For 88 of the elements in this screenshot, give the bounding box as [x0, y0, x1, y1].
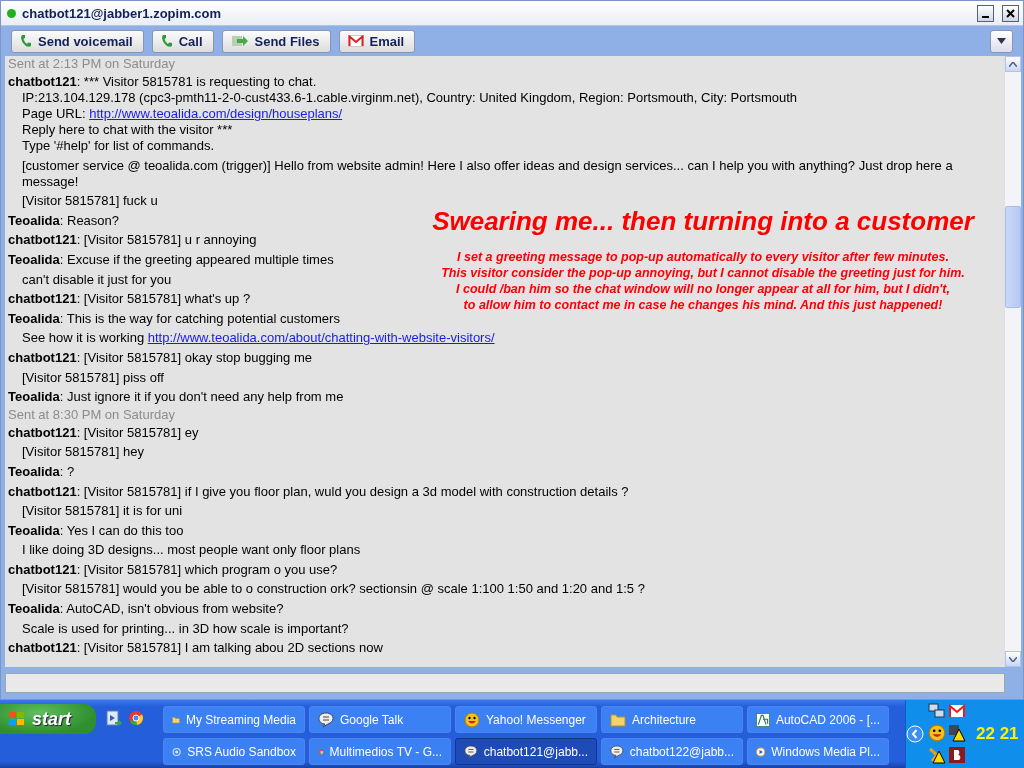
- close-icon: [1006, 8, 1015, 18]
- chat-message: [Visitor 5815781] would you be able to o construction ork? sectionsin @ scale 1:100 1:50 and 1:20 and 1:5 ?: [21, 581, 645, 598]
- chat-message: chatbot121: [Visitor 5815781] u r annoying: [8, 232, 257, 249]
- phone-icon: [20, 34, 32, 48]
- chat-message: chatbot121: [Visitor 5815781] okay stop bugging me: [8, 349, 312, 366]
- annotation-text: I set a greeting message to pop-up automatically to every visitor after few minutes.: [457, 249, 949, 265]
- chat-message: Teoalida: Yes I can do this too: [8, 522, 184, 539]
- taskbar-button[interactable]: chatbot121@jabb...: [455, 738, 597, 765]
- network-icon[interactable]: [928, 702, 946, 720]
- chat-message: See how it is working http://www.teoalida.com/about/chatting-with-website-visitors/: [21, 330, 495, 347]
- chat-message: I like doing 3D designs... most people want only floor plans: [21, 542, 361, 559]
- smiley-icon: [464, 711, 480, 728]
- chat-message: chatbot121: [Visitor 5815781] what's up ?: [8, 291, 251, 308]
- chat-message: Teoalida: Reason?: [8, 212, 120, 229]
- chat-message: chatbot121: [Visitor 5815781] if I give you floor plan, wuld you design a 3d model with construction details ?: [8, 483, 629, 500]
- bold-icon[interactable]: [948, 746, 966, 764]
- speech-bubble-icon: [318, 711, 334, 728]
- file-arrow-icon: [230, 34, 249, 48]
- chat-message: [Visitor 5815781] fuck u: [21, 193, 158, 210]
- browser-icon[interactable]: [128, 710, 144, 726]
- folder-icon: [610, 712, 626, 727]
- chat-message: Scale is used for printing... in 3D how scale is important?: [21, 620, 349, 637]
- timestamp: Sent at 8:30 PM on Saturday: [8, 406, 175, 423]
- chat-message: IP:213.104.129.178 (cpc3-pmth11-2-0-cust433.6-1.cable.virginm.net), Country: United Kingdom, Region: Portsmouth, City: Portsmouth: [21, 90, 798, 106]
- taskbar-button[interactable]: Multimedios TV - G...: [309, 738, 451, 765]
- warning-icon[interactable]: [948, 724, 966, 742]
- chat-message: [Visitor 5815781] piss off: [21, 369, 164, 386]
- chat-message: [Visitor 5815781] it is for uni: [21, 503, 183, 520]
- close-button[interactable]: [1002, 4, 1019, 22]
- chevron-up-icon: [1009, 61, 1017, 67]
- chat-message: chatbot121: [Visitor 5815781] I am talking abou 2D sections now: [8, 640, 383, 657]
- minimize-button[interactable]: [977, 4, 994, 22]
- chat-message: chatbot121: [Visitor 5815781] ey: [8, 424, 199, 441]
- toolbar-button[interactable]: Send voicemail: [11, 29, 144, 53]
- mail-icon[interactable]: [948, 702, 966, 720]
- annotation-text: This visitor consider the pop-up annoying, but I cannot disable the greeting just for him.: [441, 265, 965, 281]
- chat-message: Teoalida: ?: [8, 463, 75, 480]
- taskbar-button[interactable]: chatbot122@jabb...: [601, 738, 743, 765]
- caret-icon: [997, 38, 1006, 44]
- window-title: chatbot121@jabber1.zopim.com: [22, 5, 223, 21]
- scroll-down-button[interactable]: [1005, 651, 1021, 667]
- scroll-up-button[interactable]: [1005, 56, 1021, 72]
- chevron-down-icon: [1009, 656, 1017, 662]
- message-input[interactable]: [5, 673, 1005, 693]
- chat-message: Type '#help' for list of commands.: [21, 138, 215, 154]
- dropdown-button[interactable]: [990, 29, 1013, 53]
- toolbar-button[interactable]: Call: [151, 29, 214, 53]
- toolbar-button[interactable]: Send Files: [221, 29, 331, 53]
- chat-message: Teoalida: AutoCAD, isn't obvious from website?: [8, 601, 284, 618]
- clock: 22 21: [976, 724, 1019, 744]
- timestamp: Sent at 2:13 PM on Saturday: [8, 56, 175, 72]
- annotation-title: Swearing me... then turning into a customer: [432, 206, 974, 237]
- mail-icon: [347, 35, 364, 47]
- taskbar-button[interactable]: Windows Media Pl...: [747, 738, 889, 765]
- chat-message: Teoalida: Just ignore it if you don't need any help from me: [8, 389, 344, 406]
- taskbar-button[interactable]: AutoCAD 2006 - [...: [747, 706, 889, 733]
- status-dot-icon: [7, 8, 16, 18]
- chat-message: Page URL: http://www.teoalida.com/design/houseplans/: [21, 106, 343, 122]
- taskbar-button[interactable]: SRS Audio Sandbox: [163, 738, 305, 765]
- chat-message: Reply here to chat with the visitor ***: [21, 122, 233, 138]
- scrollbar[interactable]: [1004, 56, 1021, 667]
- taskbar-button[interactable]: Architecture: [601, 706, 743, 733]
- smiley-icon[interactable]: [928, 724, 946, 742]
- warning-icon[interactable]: [928, 746, 946, 764]
- taskbar-button[interactable]: Google Talk: [309, 706, 451, 733]
- minimize-icon: [982, 16, 989, 18]
- annotation-text: to allow him to contact me in case he changes his mind. And this just happened!: [463, 297, 943, 313]
- scroll-thumb[interactable]: [1005, 206, 1021, 308]
- chat-message: can't disable it just for you: [21, 271, 172, 288]
- link[interactable]: http://www.teoalida.com/about/chatting-with-website-visitors/: [147, 330, 495, 346]
- taskbar-button[interactable]: My Streaming Media: [163, 706, 305, 733]
- toolbar-button[interactable]: Email: [338, 29, 416, 53]
- speech-bubble-icon: [610, 743, 624, 760]
- annotation-text: I could /ban him so the chat window will no longer appear at all for him, but I didn't,: [456, 281, 950, 297]
- chat-message: Teoalida: Excuse if the greeting appeared multiple times: [8, 251, 334, 268]
- taskbar-button[interactable]: Yahoo! Messenger: [455, 706, 597, 733]
- speech-bubble-icon: [464, 743, 478, 760]
- chat-message: Teoalida: This is the way for catching potential customers: [8, 310, 340, 327]
- media-file-icon[interactable]: [106, 710, 122, 728]
- chat-message: [Visitor 5815781] hey: [21, 444, 144, 461]
- link[interactable]: http://www.teoalida.com/design/houseplans/: [89, 106, 343, 121]
- chat-message: chatbot121: *** Visitor 5815781 is requesting to chat.: [8, 74, 317, 90]
- drawing-app-icon: [756, 710, 770, 729]
- phone-icon: [160, 34, 173, 48]
- windows-flag-icon: [8, 711, 26, 727]
- start-button[interactable]: start: [0, 704, 96, 734]
- chat-message: chatbot121: [Visitor 5815781] which program o you use?: [8, 561, 338, 578]
- chat-message: [customer service @ teoalida.com (trigger)] Hello from website admin! Here I also offer ideas and design services... can I help you with anything? Just drop here a message!: [21, 157, 954, 190]
